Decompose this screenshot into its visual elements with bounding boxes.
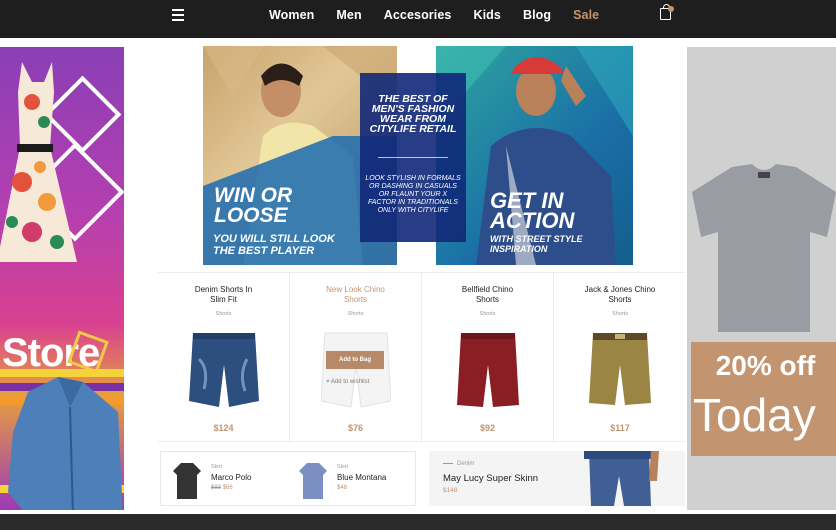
red-chino-shorts-image[interactable] (453, 329, 523, 411)
denim-shorts-image[interactable] (189, 329, 259, 411)
nav-kids[interactable]: Kids (473, 8, 501, 22)
feature-category-label: Denim (457, 461, 475, 467)
new-price: $48 (337, 485, 348, 491)
add-to-bag-button[interactable]: Add to Bag (326, 351, 384, 369)
product-card[interactable]: Denim Shorts In Slim Fit Shorts $124 (158, 273, 290, 443)
item-name[interactable]: Blue Montana (337, 473, 386, 482)
product-price: $92 (479, 423, 496, 433)
wishlist-label: Add to wishlist (330, 379, 370, 385)
featured-product-card[interactable]: Denim May Lucy Super Skinn $148 (429, 451, 685, 506)
hero-center-box: THE BEST OF MEN'S FASHION WEAR FROM CITY… (360, 73, 466, 242)
new-price: $66 (222, 485, 233, 491)
product-grid: Denim Shorts In Slim Fit Shorts $124 New… (158, 272, 686, 443)
hero-left-title: WIN OR LOOSE (214, 184, 293, 227)
feature-price: $148 (443, 487, 458, 494)
add-to-wishlist-link[interactable]: ♥ Add to wishlist (326, 379, 396, 385)
blue-shirt-image (299, 463, 327, 499)
black-shirt-image (173, 463, 201, 499)
item-price: $83 $66 (211, 485, 233, 491)
feature-category: Denim (443, 461, 474, 467)
product-card[interactable]: Bellfield Chino Shorts Shorts $92 (422, 273, 554, 443)
divider (378, 157, 448, 158)
product-category: Shorts (612, 311, 628, 317)
hero-right-title: GET IN ACTION (490, 188, 575, 233)
left-store-banner[interactable]: Store (0, 47, 124, 510)
nav-women[interactable]: Women (269, 8, 314, 22)
product-category: Shorts (215, 311, 232, 317)
product-category: Shorts (479, 311, 496, 317)
item-name[interactable]: Marco Polo (211, 473, 251, 482)
skinny-jeans-image (584, 451, 659, 506)
product-price: $76 (347, 423, 364, 433)
denim-shirt-image (8, 377, 123, 510)
nav-sale[interactable]: Sale (573, 8, 599, 22)
hero-right-subtitle: WITH STREET STYLE INSPIRATION (490, 234, 583, 254)
product-card[interactable]: New Look Chino Shorts Shorts Add to Bag … (290, 273, 422, 443)
item-price: $48 (337, 485, 347, 491)
top-nav-bar: Women Men Accesories Kids Blog Sale (0, 0, 836, 38)
product-price: $124 (213, 423, 234, 433)
nav-blog[interactable]: Blog (523, 8, 551, 22)
item-category: Skirt (211, 464, 222, 470)
menu-icon[interactable] (172, 9, 184, 21)
footer-bar (0, 514, 836, 530)
hero-left-subtitle: YOU WILL STILL LOOK THE BEST PLAYER (213, 233, 335, 257)
today-text: Today (693, 389, 816, 441)
hero-center-subtitle: LOOK STYLISH IN FORMALS OR DASHING IN CA… (365, 175, 461, 214)
product-category: Shorts (347, 311, 364, 317)
item-category: Skirt (337, 464, 348, 470)
nav-men[interactable]: Men (336, 8, 361, 22)
offer-box: 20% off Today (691, 342, 836, 456)
offer-text: 20% off (715, 350, 816, 381)
main-nav: Women Men Accesories Kids Blog Sale (269, 8, 621, 22)
khaki-chino-shorts-image[interactable] (585, 329, 655, 411)
product-name[interactable]: Jack & Jones Chino Shorts (554, 285, 686, 305)
product-name[interactable]: New Look Chino Shorts (290, 285, 421, 305)
list-item[interactable]: Skirt Blue Montana $48 (299, 458, 409, 502)
floral-dress-image (0, 62, 77, 262)
nav-accesories[interactable]: Accesories (384, 8, 452, 22)
feature-name[interactable]: May Lucy Super Skinn (443, 473, 538, 484)
product-card[interactable]: Jack & Jones Chino Shorts Shorts $117 (554, 273, 686, 443)
product-price: $117 (610, 423, 630, 433)
hero-center-title: THE BEST OF MEN'S FASHION WEAR FROM CITY… (369, 93, 457, 135)
old-price: $83 (211, 485, 222, 491)
list-item[interactable]: Skirt Marco Polo $83 $66 (173, 458, 283, 502)
right-offer-banner[interactable]: 20% off Today (687, 47, 836, 510)
product-name[interactable]: Bellfield Chino Shorts (422, 285, 553, 305)
product-name[interactable]: Denim Shorts In Slim Fit (158, 285, 289, 305)
cart-badge (668, 6, 674, 12)
white-chino-shorts-image[interactable] (321, 329, 391, 411)
mini-product-list: Skirt Marco Polo $83 $66 Skirt Blue Mont… (160, 451, 416, 506)
heart-icon: ♥ (326, 379, 330, 385)
